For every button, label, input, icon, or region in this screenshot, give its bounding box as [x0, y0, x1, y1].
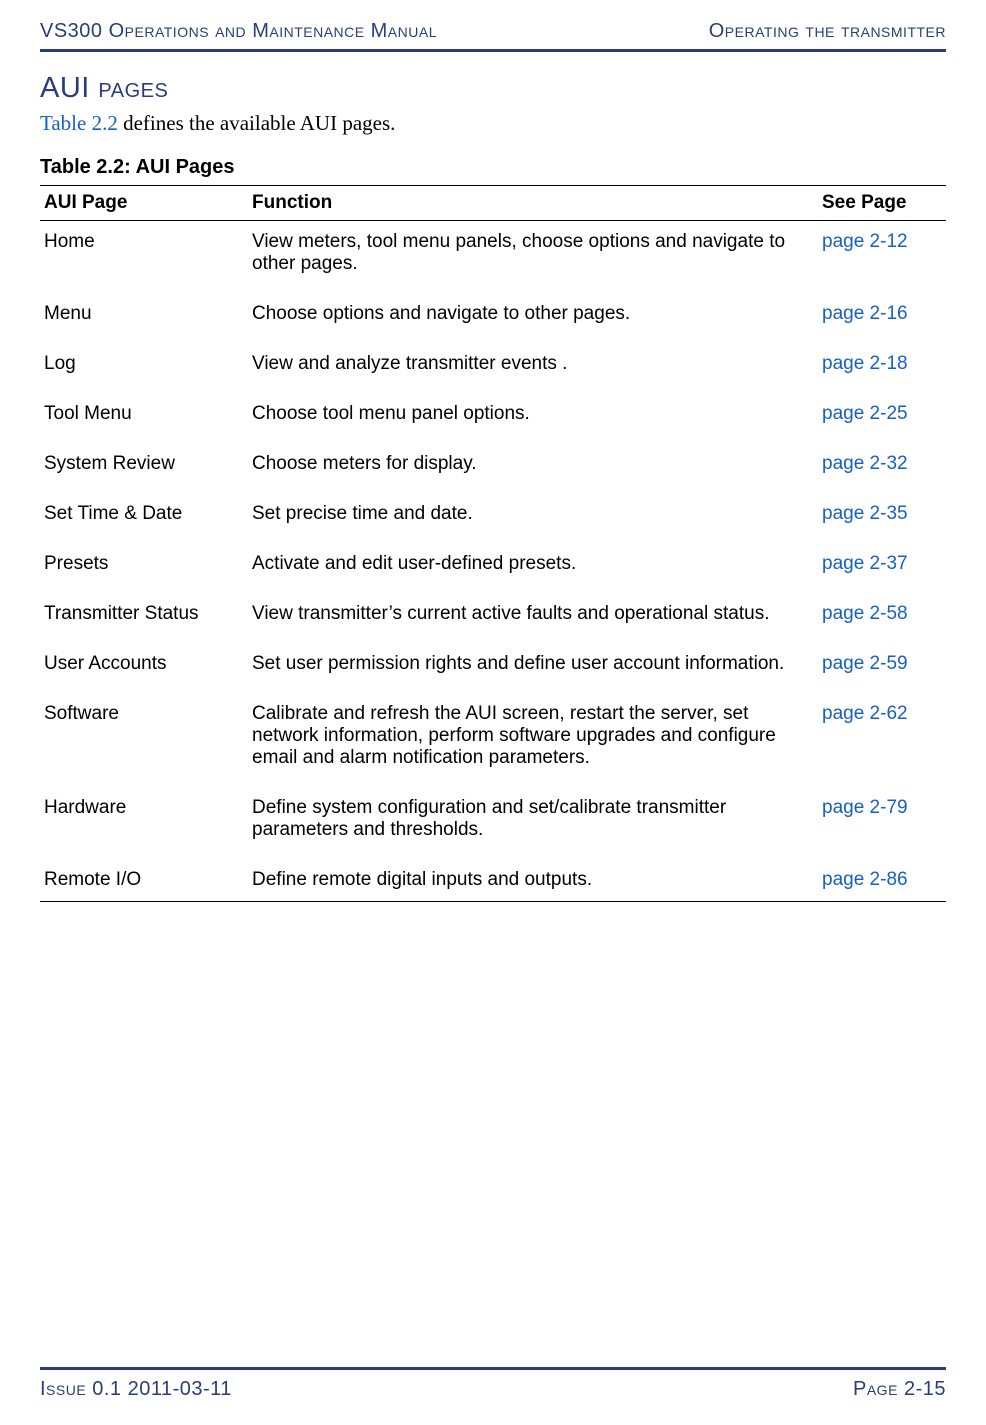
- cell-function: Set precise time and date.: [248, 493, 818, 543]
- page-ref-link[interactable]: page 2-32: [822, 453, 908, 474]
- cell-aui-page: Tool Menu: [40, 393, 248, 443]
- table-row: Set Time & DateSet precise time and date…: [40, 493, 946, 543]
- footer-right: Page 2-15: [853, 1378, 946, 1401]
- table-ref-link[interactable]: Table 2.2: [40, 111, 118, 135]
- cell-function: Choose tool menu panel options.: [248, 393, 818, 443]
- page-footer: Issue 0.1 2011-03-11 Page 2-15: [40, 1367, 946, 1401]
- cell-function: Activate and edit user-defined presets.: [248, 543, 818, 593]
- cell-aui-page: Transmitter Status: [40, 593, 248, 643]
- table-row: User AccountsSet user permission rights …: [40, 643, 946, 693]
- cell-see-page: page 2-37: [818, 543, 946, 593]
- th-aui-page: AUI Page: [40, 186, 248, 221]
- cell-aui-page: Menu: [40, 293, 248, 343]
- cell-function: Set user permission rights and define us…: [248, 643, 818, 693]
- page-header: VS300 Operations and Maintenance Manual …: [40, 20, 946, 49]
- intro-paragraph: Table 2.2 defines the available AUI page…: [40, 111, 946, 136]
- table-row: HomeView meters, tool menu panels, choos…: [40, 221, 946, 294]
- table-row: PresetsActivate and edit user-defined pr…: [40, 543, 946, 593]
- cell-function: Calibrate and refresh the AUI screen, re…: [248, 693, 818, 787]
- th-function: Function: [248, 186, 818, 221]
- page-ref-link[interactable]: page 2-12: [822, 231, 908, 252]
- header-rule: [40, 49, 946, 52]
- footer-rule: [40, 1367, 946, 1370]
- table-row: Tool MenuChoose tool menu panel options.…: [40, 393, 946, 443]
- page-ref-link[interactable]: page 2-35: [822, 503, 908, 524]
- cell-see-page: page 2-59: [818, 643, 946, 693]
- cell-see-page: page 2-79: [818, 787, 946, 859]
- cell-function: Choose options and navigate to other pag…: [248, 293, 818, 343]
- header-right: Operating the transmitter: [709, 20, 946, 43]
- cell-aui-page: User Accounts: [40, 643, 248, 693]
- table-row: Transmitter StatusView transmitter’s cur…: [40, 593, 946, 643]
- cell-function: View and analyze transmitter events .: [248, 343, 818, 393]
- table-row: HardwareDefine system configuration and …: [40, 787, 946, 859]
- cell-see-page: page 2-32: [818, 443, 946, 493]
- cell-see-page: page 2-16: [818, 293, 946, 343]
- page-ref-link[interactable]: page 2-16: [822, 303, 908, 324]
- page-ref-link[interactable]: page 2-37: [822, 553, 908, 574]
- cell-see-page: page 2-58: [818, 593, 946, 643]
- table-title: Table 2.2: AUI Pages: [40, 156, 946, 179]
- table-header-row: AUI Page Function See Page: [40, 186, 946, 221]
- table-row: LogView and analyze transmitter events .…: [40, 343, 946, 393]
- cell-see-page: page 2-62: [818, 693, 946, 787]
- cell-function: View meters, tool menu panels, choose op…: [248, 221, 818, 294]
- page-ref-link[interactable]: page 2-18: [822, 353, 908, 374]
- th-see-page: See Page: [818, 186, 946, 221]
- page-ref-link[interactable]: page 2-25: [822, 403, 908, 424]
- cell-function: Choose meters for display.: [248, 443, 818, 493]
- aui-pages-table: AUI Page Function See Page HomeView mete…: [40, 185, 946, 902]
- cell-aui-page: Remote I/O: [40, 859, 248, 902]
- cell-aui-page: Presets: [40, 543, 248, 593]
- cell-aui-page: Set Time & Date: [40, 493, 248, 543]
- intro-rest: defines the available AUI pages.: [118, 111, 396, 135]
- table-row: SoftwareCalibrate and refresh the AUI sc…: [40, 693, 946, 787]
- page-ref-link[interactable]: page 2-58: [822, 603, 908, 624]
- cell-aui-page: Software: [40, 693, 248, 787]
- cell-see-page: page 2-35: [818, 493, 946, 543]
- page-ref-link[interactable]: page 2-62: [822, 703, 908, 724]
- page-ref-link[interactable]: page 2-86: [822, 869, 908, 890]
- table-row: MenuChoose options and navigate to other…: [40, 293, 946, 343]
- cell-aui-page: System Review: [40, 443, 248, 493]
- cell-aui-page: Home: [40, 221, 248, 294]
- cell-function: View transmitter’s current active faults…: [248, 593, 818, 643]
- section-heading: AUI pages: [40, 72, 946, 105]
- page-ref-link[interactable]: page 2-79: [822, 797, 908, 818]
- footer-left: Issue 0.1 2011-03-11: [40, 1378, 232, 1401]
- cell-aui-page: Log: [40, 343, 248, 393]
- table-row: System ReviewChoose meters for display.p…: [40, 443, 946, 493]
- header-left: VS300 Operations and Maintenance Manual: [40, 20, 437, 43]
- cell-see-page: page 2-18: [818, 343, 946, 393]
- cell-function: Define system configuration and set/cali…: [248, 787, 818, 859]
- page-ref-link[interactable]: page 2-59: [822, 653, 908, 674]
- cell-aui-page: Hardware: [40, 787, 248, 859]
- cell-function: Define remote digital inputs and outputs…: [248, 859, 818, 902]
- cell-see-page: page 2-25: [818, 393, 946, 443]
- table-row: Remote I/ODefine remote digital inputs a…: [40, 859, 946, 902]
- cell-see-page: page 2-86: [818, 859, 946, 902]
- cell-see-page: page 2-12: [818, 221, 946, 294]
